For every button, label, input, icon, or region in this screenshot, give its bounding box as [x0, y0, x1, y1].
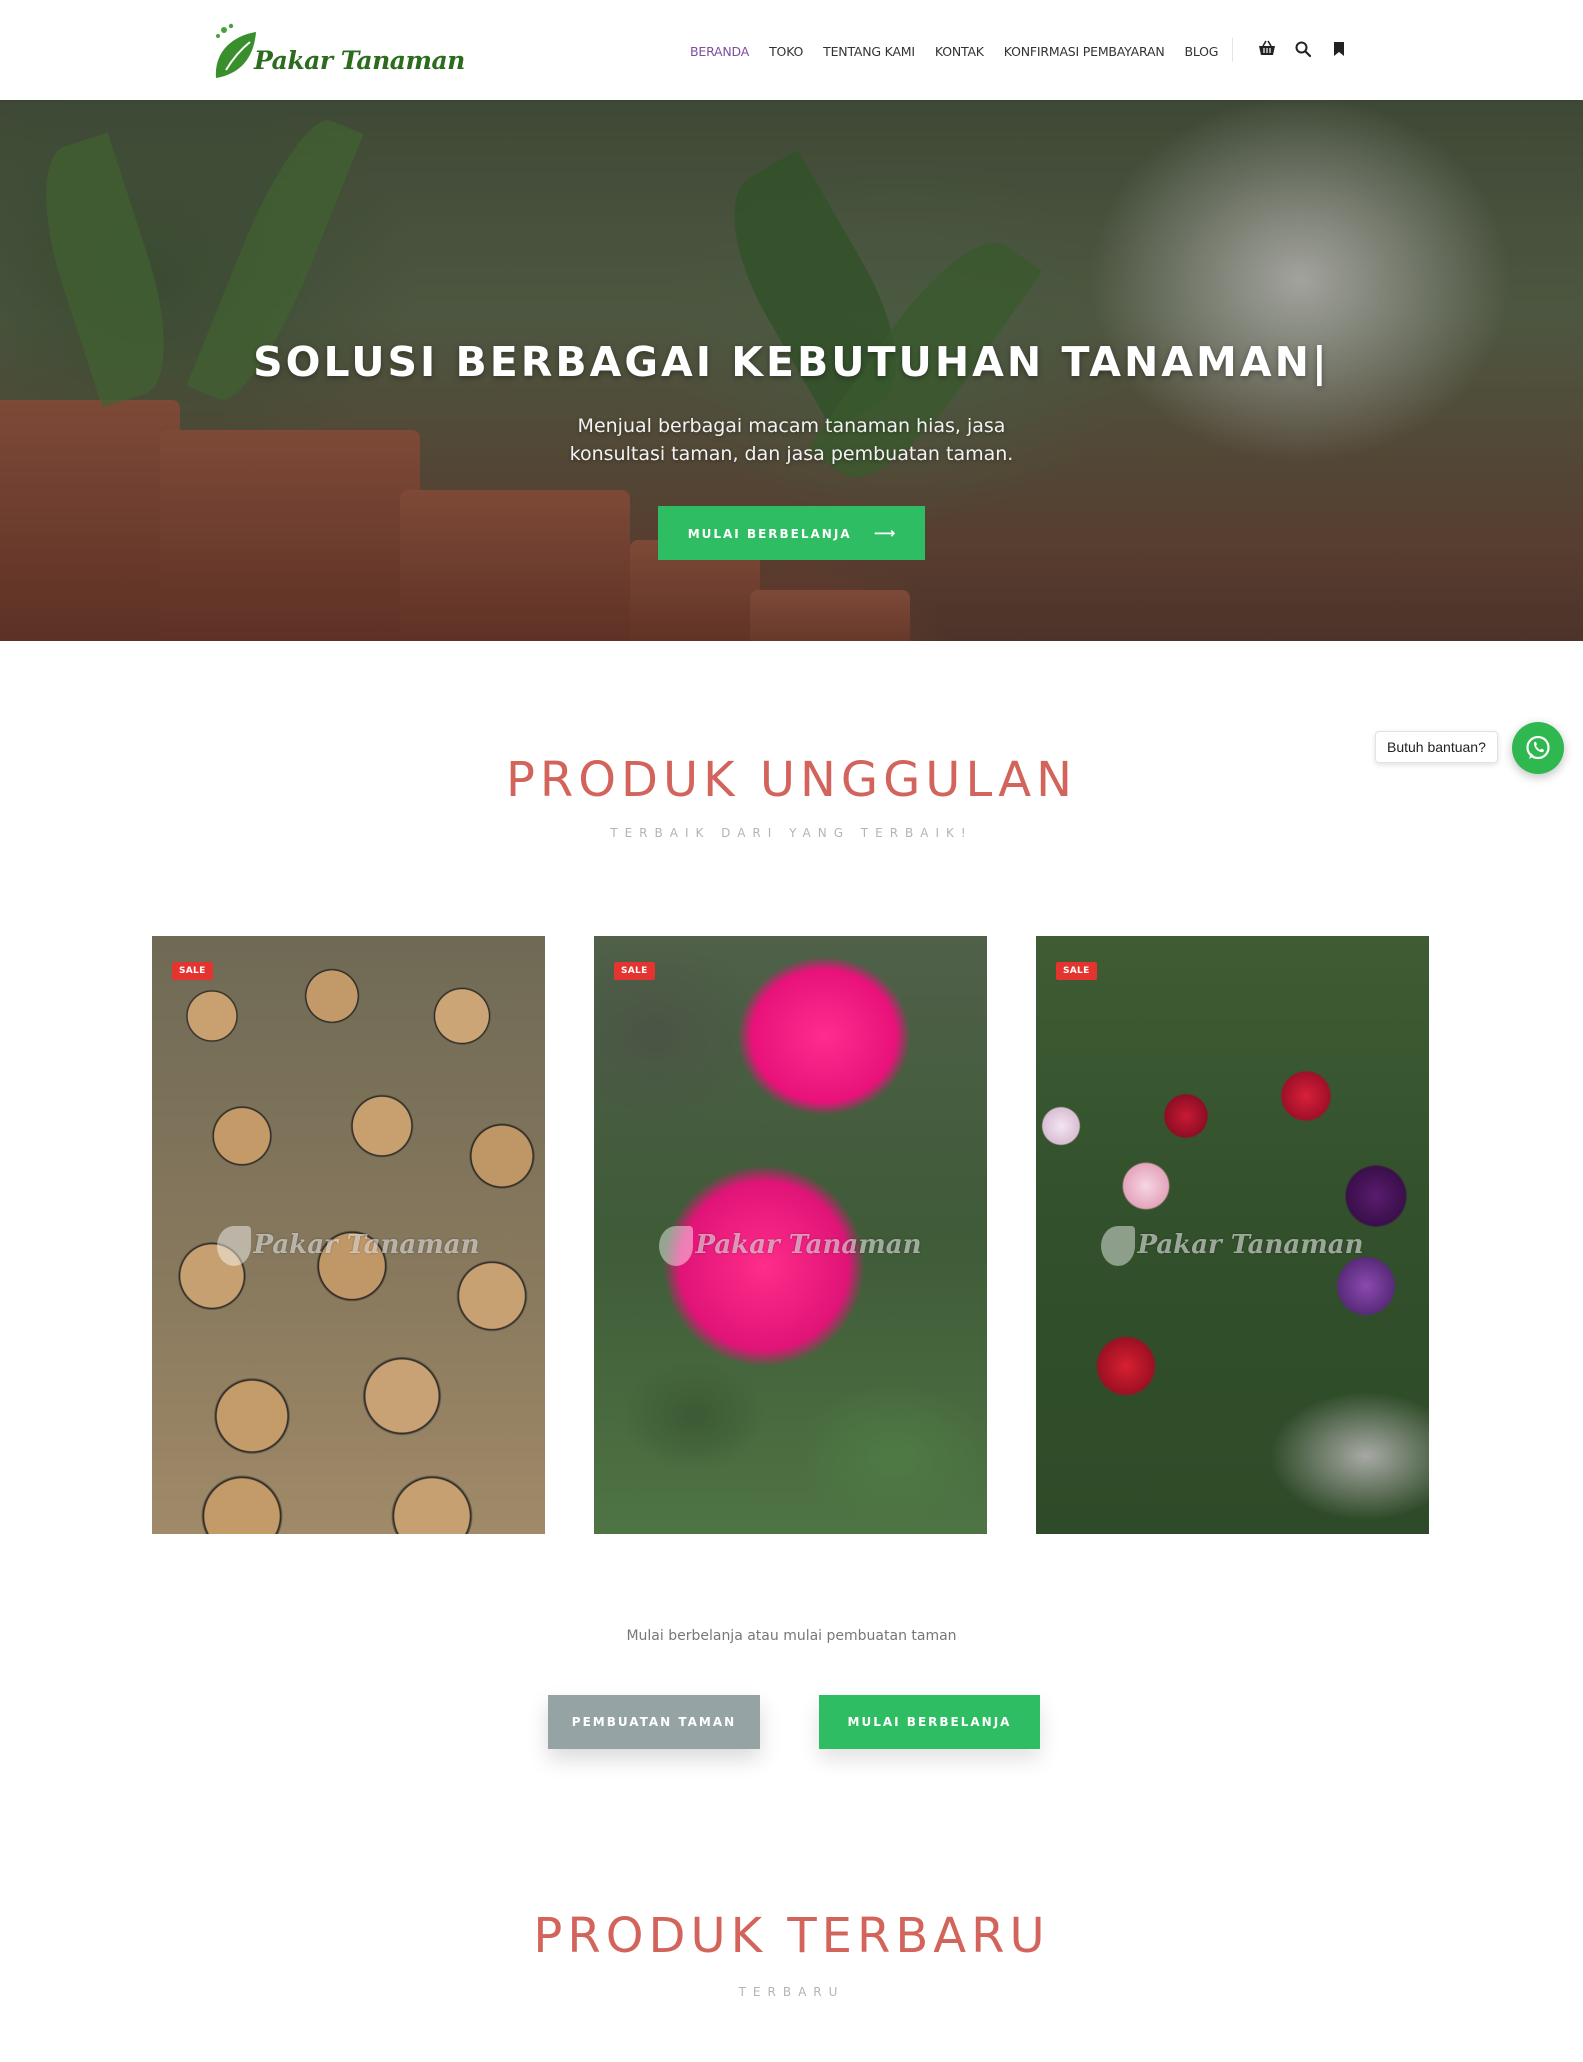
leaf-logo-icon [1101, 1226, 1136, 1266]
hero-subtitle-line: konsultasi taman, dan jasa pembuatan tam… [569, 443, 1014, 465]
sale-badge: SALE [172, 962, 213, 980]
nav-blog[interactable]: BLOG [1184, 44, 1218, 59]
nav-konfirmasi-pembayaran[interactable]: KONFIRMASI PEMBAYARAN [1004, 44, 1165, 59]
basket-icon[interactable] [1258, 40, 1276, 58]
hero-subtitle: Menjual berbagai macam tanaman hias, jas… [0, 412, 1583, 468]
garden-service-button[interactable]: PEMBUATAN TAMAN [548, 1695, 760, 1749]
product-watermark: Pakar Tanaman [1036, 1226, 1429, 1266]
search-icon[interactable] [1294, 40, 1312, 58]
featured-section-subtitle: TERBAIK DARI YANG TERBAIK! [610, 826, 973, 840]
nav-kontak[interactable]: KONTAK [935, 44, 984, 59]
nav-beranda[interactable]: BERANDA [690, 44, 749, 59]
nav-divider [1232, 38, 1233, 62]
main-nav: BERANDA TOKO TENTANG KAMI KONTAK KONFIRM… [690, 44, 1238, 59]
nav-tentang-kami[interactable]: TENTANG KAMI [823, 44, 915, 59]
leaf-logo-icon [217, 1226, 252, 1266]
arrow-right-icon: ⟶ [873, 524, 896, 542]
latest-section-subtitle: TERBARU [738, 1985, 845, 1999]
whatsapp-help-bubble[interactable]: Butuh bantuan? [1375, 731, 1498, 763]
product-watermark: Pakar Tanaman [152, 1226, 545, 1266]
latest-section-title: PRODUK TERBARU [533, 1908, 1050, 1964]
bookmark-icon[interactable] [1330, 40, 1348, 58]
product-card[interactable]: SALE Pakar Tanaman [1036, 936, 1429, 1534]
featured-section-title: PRODUK UNGGULAN [505, 752, 1078, 808]
product-card[interactable]: SALE Pakar Tanaman [594, 936, 987, 1534]
hero-shop-button[interactable]: MULAI BERBELANJA ⟶ [658, 506, 925, 560]
site-logo[interactable]: Pakar Tanaman [212, 22, 465, 82]
hero-title: SOLUSI BERBAGAI KEBUTUHAN TANAMAN| [253, 338, 1330, 386]
cta-shop-button[interactable]: MULAI BERBELANJA [819, 1695, 1040, 1749]
product-watermark: Pakar Tanaman [594, 1226, 987, 1266]
whatsapp-button[interactable] [1512, 722, 1564, 774]
sale-badge: SALE [1056, 962, 1097, 980]
logo-text: Pakar Tanaman [254, 46, 465, 75]
hero-shop-button-label: MULAI BERBELANJA [687, 527, 852, 541]
leaf-logo-icon [659, 1226, 694, 1266]
whatsapp-icon [1526, 735, 1550, 760]
cta-text: Mulai berbelanja atau mulai pembuatan ta… [626, 1628, 957, 1644]
hero-subtitle-line: Menjual berbagai macam tanaman hias, jas… [577, 415, 1006, 437]
hero-banner: SOLUSI BERBAGAI KEBUTUHAN TANAMAN| Menju… [0, 100, 1583, 641]
sale-badge: SALE [614, 962, 655, 980]
nav-toko[interactable]: TOKO [769, 44, 803, 59]
site-header: Pakar Tanaman BERANDA TOKO TENTANG KAMI … [0, 0, 1583, 100]
product-card[interactable]: SALE Pakar Tanaman [152, 936, 545, 1534]
